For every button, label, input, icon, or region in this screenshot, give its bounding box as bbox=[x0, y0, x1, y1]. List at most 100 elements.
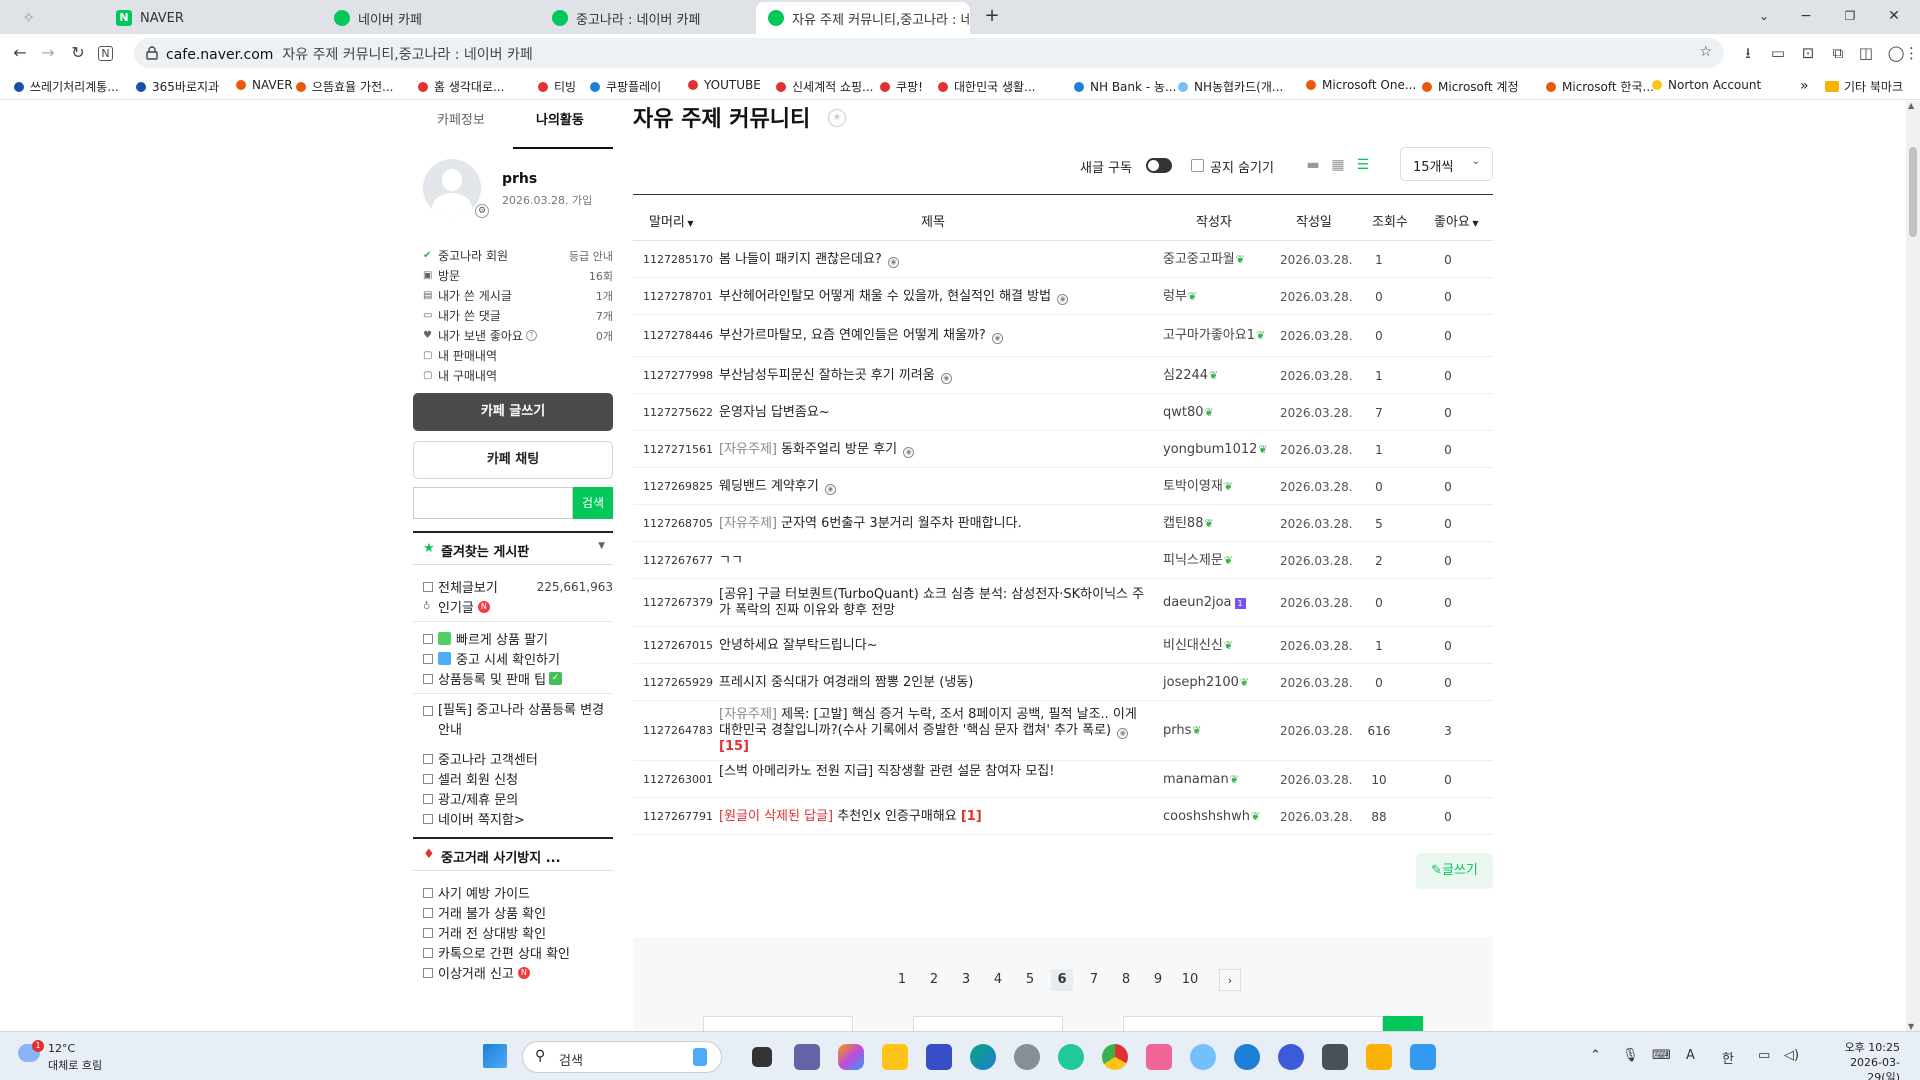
menu-seller-apply[interactable]: 셀러 회원 신청 bbox=[423, 769, 518, 788]
hide-notice-label[interactable]: 공지 숨기기 bbox=[1210, 157, 1274, 176]
bookmark-item[interactable]: Norton Account bbox=[1652, 78, 1761, 92]
bookmark-item[interactable]: NAVER bbox=[236, 78, 293, 92]
post-author[interactable]: 비신대신신❦ bbox=[1163, 638, 1278, 654]
post-author[interactable]: 렁부❦ bbox=[1163, 289, 1278, 305]
bookmark-star-icon[interactable]: ☆ bbox=[1699, 44, 1712, 60]
post-title-link[interactable]: 프레시지 중식대가 여경래의 짬뽕 2인분 (냉동) bbox=[719, 675, 1149, 691]
post-author[interactable]: prhs❦ bbox=[1163, 723, 1278, 739]
scroll-up-icon[interactable]: ▲ bbox=[1908, 101, 1914, 110]
stat-my-comments[interactable]: ▭ 내가 쓴 댓글 7개 bbox=[423, 307, 613, 324]
bookmark-item[interactable]: Microsoft One... bbox=[1306, 78, 1416, 92]
stat-likes-sent[interactable]: ♥ 내가 보낸 좋아요? 0개 bbox=[423, 327, 613, 344]
bookmark-item[interactable]: NH농협카드(개... bbox=[1178, 78, 1283, 95]
tab-search-icon[interactable]: ⌄ bbox=[1754, 6, 1774, 26]
stat-my-posts[interactable]: ▤ 내가 쓴 게시글 1개 bbox=[423, 287, 613, 304]
show-hidden-icons[interactable]: ⌃ bbox=[1590, 1048, 1601, 1063]
teams-icon[interactable] bbox=[794, 1044, 820, 1070]
menu-notice-registration[interactable]: [필독] 중고나라 상품등록 변경안내 bbox=[423, 701, 613, 741]
menu-customer-center[interactable]: 중고나라 고객센터 bbox=[423, 749, 538, 768]
tab-my-activity[interactable]: 나의활동 bbox=[536, 109, 584, 128]
sidebar-search-button[interactable]: 검색 bbox=[573, 487, 613, 519]
menu-quick-sell[interactable]: 빠르게 상품 팔기 bbox=[423, 629, 548, 648]
page-8[interactable]: 8 bbox=[1115, 969, 1137, 991]
chevron-down-icon[interactable]: ▼ bbox=[598, 541, 605, 551]
restore-icon[interactable]: ❐ bbox=[1840, 6, 1860, 26]
clock-app-icon[interactable] bbox=[1322, 1044, 1348, 1070]
network-icon[interactable]: ▭ bbox=[1758, 1048, 1770, 1063]
post-title-link[interactable]: 부산가르마탈모, 요즘 연예인들은 어떻게 채울까? ◉ bbox=[719, 328, 1149, 344]
menu-kakao-check[interactable]: 카톡으로 간편 상대 확인 bbox=[423, 943, 570, 962]
post-title-link[interactable]: [자유주제] 동화주얼리 방문 후기 ◉ bbox=[719, 442, 1149, 458]
cafe-chat-button[interactable]: 카페 채팅 bbox=[413, 441, 613, 479]
post-author[interactable]: 토박이영재❦ bbox=[1163, 479, 1278, 495]
download-icon[interactable]: ⭳ bbox=[1738, 43, 1758, 63]
sidebar-search-input[interactable] bbox=[413, 487, 573, 519]
post-author[interactable]: qwt80❦ bbox=[1163, 405, 1278, 421]
bookmark-item[interactable]: 티빙 bbox=[538, 78, 576, 95]
forward-icon[interactable]: → bbox=[38, 43, 58, 63]
fraud-section-header[interactable]: ♦ 중고거래 사기방지 ... bbox=[413, 837, 613, 871]
store-icon[interactable] bbox=[926, 1044, 952, 1070]
bookmark-item[interactable]: 365바로지과 bbox=[136, 78, 219, 95]
comment-count[interactable]: [1] bbox=[961, 809, 982, 824]
taskbar-search[interactable]: ⚲ 검색 bbox=[522, 1041, 722, 1073]
keyboard-icon[interactable]: ⌨ bbox=[1652, 1048, 1671, 1063]
list-view-icon[interactable]: ☰ bbox=[1355, 157, 1371, 173]
menu-banned-items[interactable]: 거래 불가 상품 확인 bbox=[423, 903, 546, 922]
split-view-icon[interactable]: ◫ bbox=[1856, 43, 1876, 63]
profile-icon[interactable]: ◯ bbox=[1886, 43, 1906, 63]
system-clock[interactable]: 오후 10:25 2026-03-29(일) bbox=[1820, 1040, 1900, 1080]
post-title-link[interactable]: 부산남성두피문신 잘하는곳 후기 끼려움 ◉ bbox=[719, 368, 1149, 384]
minimize-icon[interactable]: − bbox=[1796, 6, 1816, 26]
favorites-section-header[interactable]: ★ 즐겨찾는 게시판 ▼ bbox=[413, 531, 613, 565]
page-4[interactable]: 4 bbox=[987, 969, 1009, 991]
site-info-icon[interactable] bbox=[146, 46, 158, 60]
scroll-down-icon[interactable]: ▼ bbox=[1908, 1022, 1914, 1031]
ime-mode-a[interactable]: A bbox=[1686, 1048, 1695, 1063]
subscribe-toggle[interactable] bbox=[1146, 158, 1172, 173]
post-title-link[interactable]: [스벅 아메리카노 전원 지급] 직장생활 관련 설문 참여자 모집! bbox=[719, 764, 1149, 780]
stat-my-sales[interactable]: ▢ 내 판매내역 bbox=[423, 347, 613, 364]
ime-mode-han[interactable]: 한 bbox=[1722, 1048, 1734, 1067]
search-type-select[interactable] bbox=[913, 1016, 1063, 1031]
post-author[interactable]: 심2244❦ bbox=[1163, 368, 1278, 384]
bookmark-item[interactable]: 홈 생각대로... bbox=[418, 78, 504, 95]
page-7[interactable]: 7 bbox=[1083, 969, 1105, 991]
page-scrollbar[interactable]: ▲ ▼ bbox=[1906, 101, 1920, 1031]
post-author[interactable]: daeun2joa 1 bbox=[1163, 595, 1278, 611]
stat-my-purchases[interactable]: ▢ 내 구매내역 bbox=[423, 367, 613, 384]
page-1[interactable]: 1 bbox=[891, 969, 913, 991]
card-view-icon[interactable]: ▬ bbox=[1305, 157, 1321, 173]
menu-all-posts[interactable]: 전체글보기 225,661,963 bbox=[423, 577, 613, 596]
bookmarks-more-button[interactable]: » bbox=[1800, 78, 1809, 94]
menu-price-check[interactable]: 중고 시세 확인하기 bbox=[423, 649, 560, 668]
file-explorer-icon[interactable] bbox=[882, 1044, 908, 1070]
chrome-icon[interactable] bbox=[1102, 1044, 1128, 1070]
bookmark-item[interactable]: Microsoft 계정 bbox=[1422, 78, 1519, 95]
search-period-select[interactable] bbox=[703, 1016, 853, 1031]
bookmark-item[interactable]: NH Bank - 농... bbox=[1074, 78, 1176, 95]
post-author[interactable]: 고구마가좋아요1❦ bbox=[1163, 328, 1278, 344]
reload-icon[interactable]: ↻ bbox=[68, 43, 88, 63]
new-tab-button[interactable]: + bbox=[982, 6, 1002, 26]
comment-count[interactable]: [15] bbox=[719, 739, 749, 754]
menu-fraud-guide[interactable]: 사기 예방 가이드 bbox=[423, 883, 530, 902]
snipping-tool-icon[interactable] bbox=[1146, 1044, 1172, 1070]
windows-start-icon[interactable] bbox=[483, 1044, 507, 1068]
task-view-icon[interactable] bbox=[752, 1047, 772, 1067]
profile-settings-icon[interactable]: ⚙ bbox=[475, 204, 489, 218]
post-author[interactable]: manaman❦ bbox=[1163, 772, 1278, 788]
volume-icon[interactable]: ◁) bbox=[1784, 1048, 1799, 1063]
copilot-icon[interactable] bbox=[838, 1044, 864, 1070]
board-search-input[interactable] bbox=[1123, 1016, 1383, 1031]
col-likes[interactable]: 좋아요 ▼ bbox=[1434, 211, 1479, 230]
menu-check-counterpart[interactable]: 거래 전 상대방 확인 bbox=[423, 923, 546, 942]
zoom-icon[interactable] bbox=[1234, 1044, 1260, 1070]
screenshot-icon[interactable]: ⊡ bbox=[1798, 43, 1818, 63]
bookmark-item[interactable]: 신세계적 쇼핑... bbox=[776, 78, 874, 95]
album-view-icon[interactable]: ▦ bbox=[1330, 157, 1346, 173]
per-page-select[interactable]: 15개씩 ⌄ bbox=[1400, 147, 1493, 181]
tab-junggonara[interactable]: 중고나라 : 네이버 카페 bbox=[540, 2, 770, 34]
post-title-link[interactable]: [자유주제] 군자역 6번출구 3분거리 월주차 판매합니다. bbox=[719, 516, 1149, 532]
sticky-notes-icon[interactable] bbox=[1366, 1044, 1392, 1070]
